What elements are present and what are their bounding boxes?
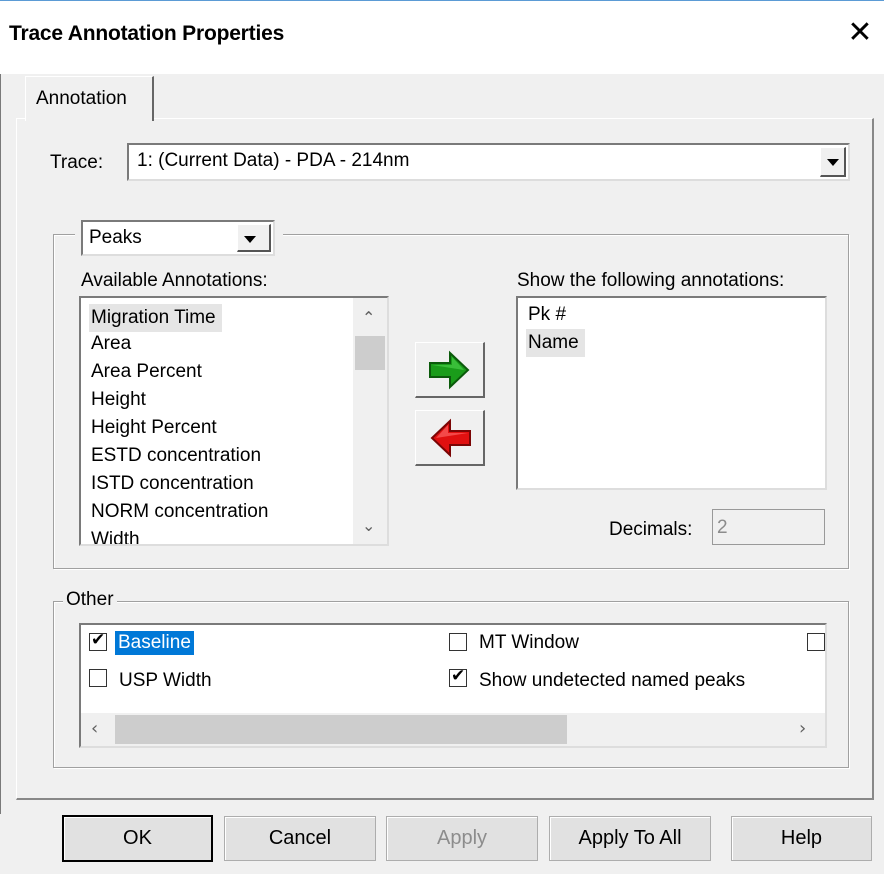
- decimals-value: 2: [717, 517, 728, 538]
- mt-window-label[interactable]: MT Window: [479, 632, 579, 654]
- partial-checkbox[interactable]: [807, 633, 825, 651]
- annotation-type-dropdown[interactable]: Peaks: [81, 220, 275, 256]
- horizontal-scrollbar[interactable]: ‹ ›: [81, 713, 825, 746]
- trace-dropdown[interactable]: 1: (Current Data) - PDA - 214nm: [127, 143, 850, 181]
- show-undetected-label[interactable]: Show undetected named peaks: [479, 670, 745, 692]
- decimals-field[interactable]: 2: [712, 509, 825, 545]
- mt-window-checkbox[interactable]: [449, 633, 467, 651]
- remove-annotation-button[interactable]: [415, 410, 485, 466]
- baseline-label[interactable]: Baseline: [115, 631, 194, 655]
- chevron-right-icon[interactable]: ›: [799, 718, 806, 739]
- other-legend: Other: [63, 589, 117, 611]
- tab-label: Annotation: [36, 88, 127, 109]
- decimals-label: Decimals:: [609, 519, 693, 540]
- chevron-left-icon[interactable]: ‹: [91, 718, 98, 739]
- chevron-down-icon[interactable]: [237, 224, 271, 252]
- window-border: [0, 74, 1, 814]
- shown-annotations-list[interactable]: Pk # Name: [516, 296, 827, 490]
- green-right-arrow-icon: [429, 350, 470, 390]
- chevron-up-icon[interactable]: ⌃: [362, 308, 375, 327]
- chevron-down-icon[interactable]: ⌄: [362, 516, 375, 535]
- available-annotations-label: Available Annotations:: [81, 270, 268, 291]
- annotation-type-value: Peaks: [89, 227, 142, 248]
- list-item[interactable]: ISTD concentration: [91, 470, 254, 498]
- vertical-scrollbar[interactable]: ⌃ ⌄: [353, 298, 387, 544]
- baseline-checkbox[interactable]: [89, 630, 107, 651]
- chevron-down-icon[interactable]: [820, 147, 846, 177]
- available-annotations-list[interactable]: Migration Time Area Area Percent Height …: [79, 296, 389, 546]
- apply-to-all-button[interactable]: Apply To All: [549, 816, 711, 861]
- trace-value: 1: (Current Data) - PDA - 214nm: [137, 150, 410, 171]
- red-left-arrow-icon: [430, 418, 471, 458]
- list-item[interactable]: Width: [91, 526, 140, 544]
- list-item[interactable]: Area Percent: [91, 358, 202, 386]
- close-icon[interactable]: ✕: [843, 12, 877, 54]
- list-item[interactable]: Migration Time: [89, 304, 222, 332]
- list-item[interactable]: Height Percent: [91, 414, 217, 442]
- list-item[interactable]: Pk #: [528, 301, 566, 329]
- cancel-button[interactable]: Cancel: [224, 816, 376, 861]
- tab-annotation[interactable]: Annotation: [25, 76, 154, 121]
- usp-width-label[interactable]: USP Width: [119, 670, 212, 692]
- ok-button[interactable]: OK: [62, 815, 213, 862]
- apply-button[interactable]: Apply: [386, 816, 538, 861]
- list-item[interactable]: NORM concentration: [91, 498, 268, 526]
- list-item[interactable]: ESTD concentration: [91, 442, 261, 470]
- other-options-list: Baseline MT Window USP Width Show undete…: [79, 623, 827, 748]
- list-item[interactable]: Name: [526, 329, 585, 357]
- show-undetected-checkbox[interactable]: [449, 666, 467, 687]
- list-item[interactable]: Area: [91, 330, 131, 358]
- scroll-thumb[interactable]: [355, 336, 385, 370]
- usp-width-checkbox[interactable]: [89, 669, 107, 687]
- trace-label: Trace:: [50, 152, 104, 173]
- add-annotation-button[interactable]: [415, 342, 485, 398]
- help-button[interactable]: Help: [731, 816, 872, 861]
- show-annotations-label: Show the following annotations:: [517, 270, 785, 291]
- scroll-thumb[interactable]: [115, 715, 567, 744]
- list-item[interactable]: Height: [91, 386, 146, 414]
- dialog-title: Trace Annotation Properties: [9, 22, 285, 45]
